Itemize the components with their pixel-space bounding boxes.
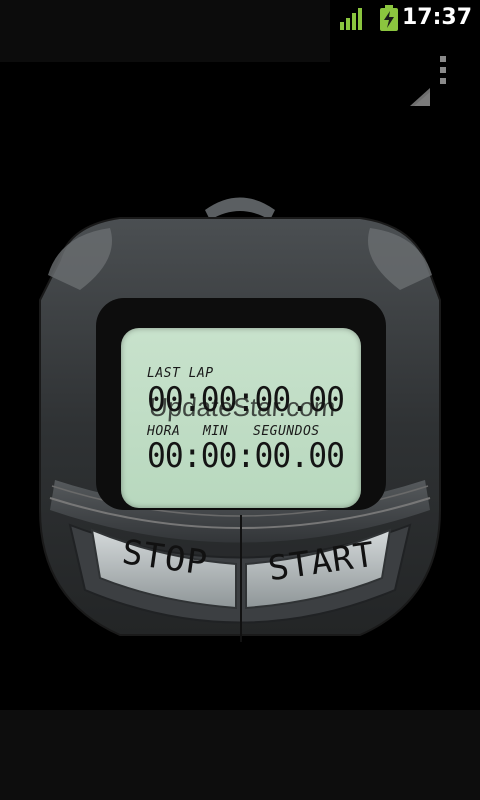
stopwatch: LAST LAP 00:00:00.00 UpdateStar.com HORA… <box>0 180 480 650</box>
last-lap-label: LAST LAP <box>147 366 214 381</box>
watermark-text: UpdateStar.com <box>147 392 337 422</box>
signal-bars-icon <box>340 8 362 30</box>
status-bar: 17:37 <box>0 0 480 62</box>
bottom-bar <box>0 710 480 800</box>
battery-charging-icon <box>380 5 398 31</box>
overflow-menu-icon[interactable] <box>438 56 448 90</box>
lcd-display: LAST LAP 00:00:00.00 UpdateStar.com HORA… <box>121 328 361 508</box>
status-time: 17:37 <box>401 5 472 30</box>
app-screen: 17:37 LAST LAP 00:00:00.00 UpdateStar.co… <box>0 0 480 800</box>
main-time: 00:00:00.00 <box>147 436 345 476</box>
resize-corner-icon <box>410 88 430 106</box>
notification-area <box>0 0 330 62</box>
